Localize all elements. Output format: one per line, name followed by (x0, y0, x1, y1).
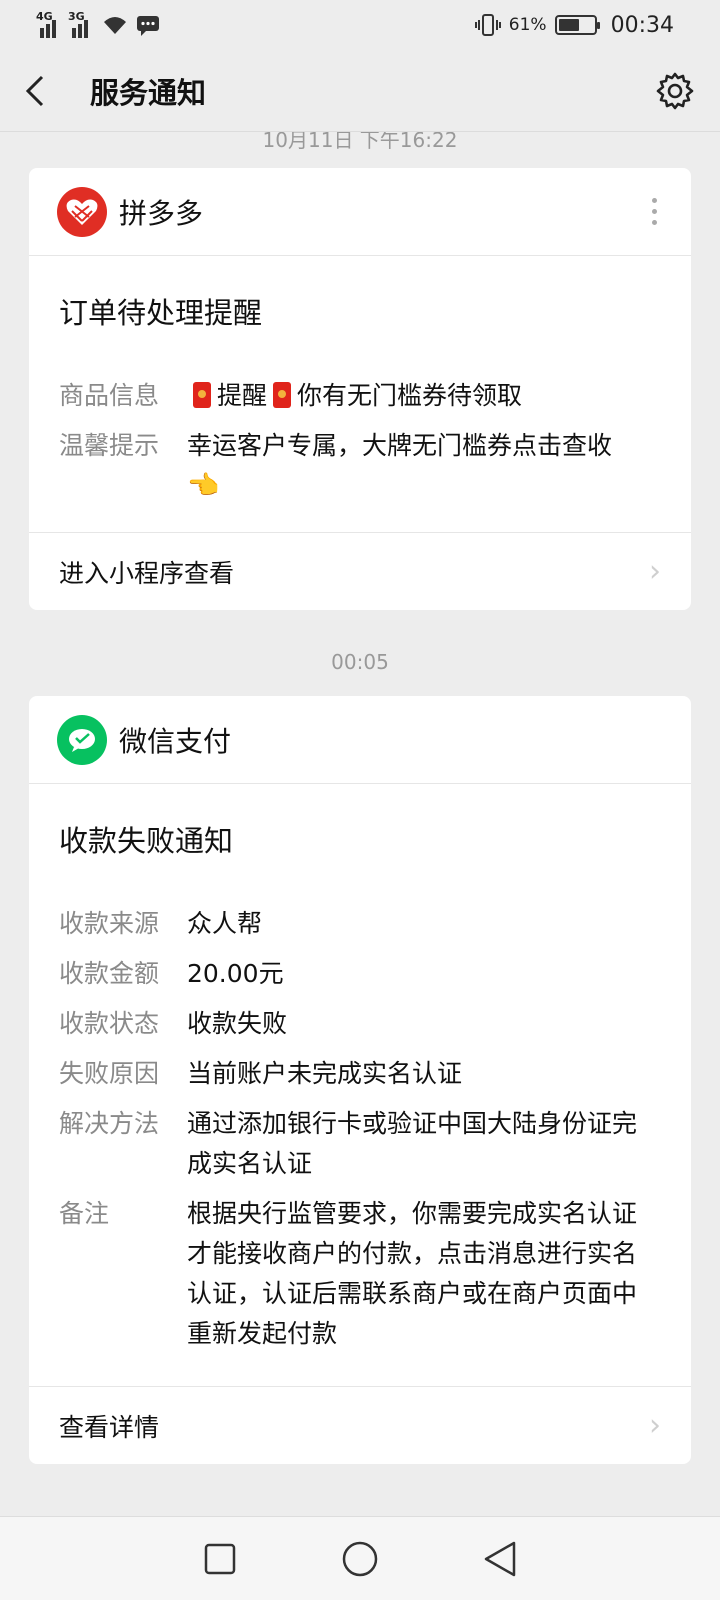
recent-apps-button[interactable] (200, 1539, 240, 1579)
back-button[interactable] (24, 69, 68, 113)
system-nav-bar (0, 1516, 720, 1600)
brand-name: 拼多多 (119, 196, 204, 230)
battery-icon (554, 15, 600, 35)
gear-icon (656, 72, 694, 109)
card-header: 微信支付 (29, 696, 691, 784)
status-right: 61% 00:34 (474, 12, 674, 38)
card-rows: 商品信息 提醒 你有无门槛券待领取 温馨提示 幸运客户专属，大牌无门槛券点击查收 … (29, 376, 691, 530)
circle-icon (342, 1541, 378, 1576)
card-title: 收款失败通知 (59, 824, 234, 858)
info-row: 收款状态 收款失败 (59, 1009, 288, 1038)
wifi-icon (104, 17, 126, 34)
red-packet-icon (273, 382, 292, 408)
wechat-pay-logo-icon (57, 714, 107, 765)
chevron-left-icon (25, 75, 44, 106)
pdd-logo-icon (57, 186, 107, 237)
battery-fill (558, 19, 580, 31)
signal-3g-icon: 3G (68, 10, 94, 38)
chevron-right-icon: › (649, 1408, 661, 1443)
info-row: 收款金额 20.00元 (59, 959, 284, 988)
notification-card-pdd[interactable]: 拼多多 订单待处理提醒 商品信息 提醒 你有无门槛券待领取 温馨提示 幸运客户专属… (29, 168, 691, 610)
timestamp: 00:05 (331, 650, 389, 674)
notification-card-wechat-pay[interactable]: 微信支付 收款失败通知 收款来源 众人帮 收款金额 20.00元 收款状态 收款失败 … (29, 696, 691, 1464)
triangle-back-icon (484, 1541, 516, 1576)
signal-4g-icon: 4G (36, 10, 62, 38)
page-title: 服务通知 (90, 75, 207, 110)
info-row: 失败原因 当前账户未完成实名认证 (59, 1059, 463, 1088)
chevron-right-icon: › (649, 554, 661, 589)
battery-percent: 61% (508, 15, 547, 35)
red-packet-icon (193, 382, 211, 408)
pointing-hand-icon: 👈 (187, 471, 220, 501)
clock: 00:34 (610, 12, 674, 38)
info-row: 收款来源 众人帮 (59, 909, 263, 938)
card-rows: 收款来源 众人帮 收款金额 20.00元 收款状态 收款失败 失败原因 当前账户未完成实… (29, 904, 691, 1394)
brand-name: 微信支付 (119, 724, 232, 758)
message-icon (137, 16, 159, 36)
vibrate-icon (474, 14, 501, 36)
info-row: 解决方法 通过添加银行卡或验证中国大陆身份证完成实名认证 (59, 1109, 638, 1178)
card-header: 拼多多 (29, 168, 691, 256)
open-miniprogram-link[interactable]: 进入小程序查看 › (29, 532, 691, 610)
header: 服务通知 (0, 50, 720, 132)
back-nav-button[interactable] (480, 1539, 520, 1579)
settings-button[interactable] (654, 70, 696, 112)
info-row: 商品信息 提醒 你有无门槛券待领取 (59, 381, 523, 410)
card-title: 订单待处理提醒 (59, 296, 263, 330)
view-details-link[interactable]: 查看详情 › (29, 1386, 691, 1464)
square-icon (204, 1543, 236, 1574)
more-options-icon[interactable] (646, 192, 663, 231)
status-bar: 4G 3G 61% 00:34 (0, 0, 720, 50)
status-left: 4G 3G (36, 10, 160, 38)
info-row: 备注 根据央行监管要求，你需要完成实名认证才能接收商户的付款，点击消息进行实名认证… (59, 1199, 638, 1348)
info-row: 温馨提示 幸运客户专属，大牌无门槛券点击查收 👈 (59, 426, 661, 506)
home-button[interactable] (340, 1539, 380, 1579)
